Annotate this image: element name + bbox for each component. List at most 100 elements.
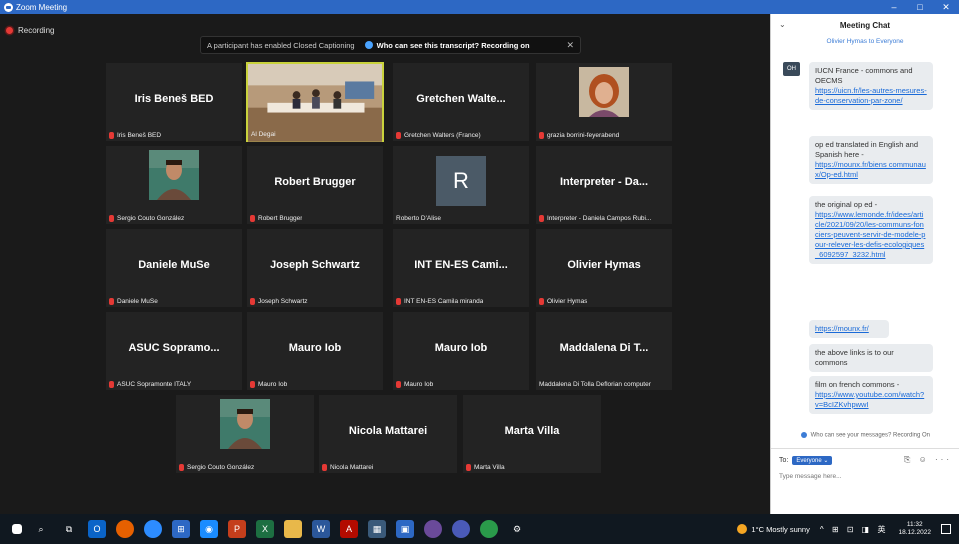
chat-message-list[interactable]: OH IUCN France - commons and OECMS https:… [771, 58, 959, 438]
participant-label-text: Gretchen Walters (France) [404, 132, 481, 139]
closed-caption-banner: A participant has enabled Closed Caption… [200, 36, 581, 54]
participant-label: grazia borrini-feyerabend [539, 132, 619, 139]
chat-message-link[interactable]: https://www.lemonde.fr/idees/article/202… [815, 210, 927, 260]
participant-label: INT EN-ES Camila miranda [396, 298, 483, 305]
minimize-button[interactable]: – [881, 0, 907, 14]
participant-label: Iris Beneš BED [109, 132, 161, 139]
participant-tile[interactable]: Interpreter - Da... Interpreter - Daniela… [535, 145, 673, 225]
chat-message-link[interactable]: https://www.youtube.com/watch?v=BcIZKvhp… [815, 390, 927, 410]
participant-tile[interactable]: Nicola Mattarei Nicola Mattarei [318, 394, 458, 474]
recipient-row: To: Everyone ⌄ ⎘ ☺ ··· [771, 449, 959, 465]
chrome-icon[interactable] [480, 520, 498, 538]
participant-tile[interactable]: INT EN-ES Cami... INT EN-ES Camila mirand… [392, 228, 530, 308]
participant-tile[interactable]: Gretchen Walte... Gretchen Walters (Franc… [392, 62, 530, 142]
app-icon[interactable] [424, 520, 442, 538]
search-icon[interactable]: ⌕ [32, 520, 50, 538]
video-gallery: Recording A participant has enabled Clos… [0, 14, 770, 514]
zoom-icon[interactable] [144, 520, 162, 538]
participant-label-text: Al Degai [251, 131, 276, 138]
participant-label: Mauro Iob [250, 381, 287, 388]
chat-message-link[interactable]: https://uicn.fr/les-autres-mesures-de-co… [815, 86, 927, 106]
sun-icon [737, 524, 748, 534]
cc-message: A participant has enabled Closed Caption… [207, 40, 355, 50]
participant-label: Sergio Couto González [179, 464, 254, 471]
acrobat-icon[interactable]: A [340, 520, 358, 538]
participant-tile[interactable]: grazia borrini-feyerabend [535, 62, 673, 142]
recipient-dropdown[interactable]: Everyone ⌄ [792, 455, 833, 465]
weather-text[interactable]: 1°C Mostly sunny [751, 525, 809, 534]
chat-message-link[interactable]: https://mounx.fr/biens communaux/Op-ed.h… [815, 160, 927, 180]
participant-label-text: ASUC Sopramonte ITALY [117, 381, 192, 388]
participant-photo [579, 67, 629, 117]
participant-label-text: Nicola Mattarei [330, 464, 374, 471]
participant-tile[interactable]: Daniele MuSe Daniele MuSe [105, 228, 243, 308]
transcript-visibility-link[interactable]: Who can see this transcript? Recording o… [364, 41, 530, 50]
browser-icon[interactable] [452, 520, 470, 538]
windows-start-icon[interactable] [12, 524, 22, 534]
gear-icon[interactable]: ⚙ [508, 520, 526, 538]
chat-message: film on french commons - https://www.yout… [809, 376, 933, 414]
participant-tile[interactable]: Iris Beneš BED Iris Beneš BED [105, 62, 243, 142]
notification-icon[interactable] [941, 524, 951, 534]
participant-tile[interactable]: Marta Villa Marta Villa [462, 394, 602, 474]
participant-label: Roberto D'Alise [396, 215, 441, 222]
word-icon[interactable]: W [312, 520, 330, 538]
to-label: To: [779, 456, 789, 464]
message-input[interactable] [779, 473, 949, 480]
window-title: Zoom Meeting [16, 2, 68, 12]
outlook-icon[interactable]: O [88, 520, 106, 538]
participant-label: Olivier Hymas [539, 298, 587, 305]
participant-tile[interactable]: Olivier Hymas Olivier Hymas [535, 228, 673, 308]
excel-icon[interactable]: X [256, 520, 274, 538]
participant-tile[interactable]: Maddalena Di T... Maddalena Di Tolla Defl… [535, 311, 673, 391]
recording-indicator[interactable]: Recording [6, 26, 54, 35]
chat-message-text: IUCN France - commons and OECMS [815, 66, 913, 85]
microphone-muted-icon [250, 215, 255, 222]
system-tray: 1°C Mostly sunny ^ ⊞ ⊡ ◨ 英 11:32 18.12.2… [737, 521, 959, 537]
cc-banner-close-button[interactable]: ✕ [566, 40, 574, 51]
participant-name: Daniele MuSe [138, 259, 210, 271]
participant-name: INT EN-ES Cami... [414, 259, 508, 271]
chat-visibility-notice[interactable]: Who can see your messages? Recording On [771, 432, 959, 439]
microphone-muted-icon [396, 298, 401, 305]
participant-tile[interactable]: Sergio Couto González [175, 394, 315, 474]
chat-tools[interactable]: ⎘ ☺ ··· [904, 455, 952, 465]
maximize-button[interactable]: □ [907, 0, 933, 14]
participant-tile[interactable]: Sergio Couto González [105, 145, 243, 225]
chevron-down-icon[interactable]: ⌄ [779, 20, 786, 29]
participant-tile[interactable]: ASUC Sopramo... ASUC Sopramonte ITALY [105, 311, 243, 391]
participant-tile[interactable]: Mauro Iob Mauro Iob [392, 311, 530, 391]
participant-label: ASUC Sopramonte ITALY [109, 381, 191, 388]
participant-tile[interactable]: Mauro Iob Mauro Iob [246, 311, 384, 391]
close-button[interactable]: ✕ [933, 0, 959, 14]
participant-tile[interactable]: Joseph Schwartz Joseph Schwartz [246, 228, 384, 308]
avatar: OH [783, 62, 800, 76]
participant-label-text: Olivier Hymas [547, 298, 588, 305]
clock[interactable]: 11:32 18.12.2022 [898, 521, 931, 537]
image-viewer-icon[interactable]: ▣ [396, 520, 414, 538]
chat-app-icon[interactable]: ◉ [200, 520, 218, 538]
chat-panel: ⌄ Meeting Chat Olivier Hymas to Everyone… [770, 14, 959, 514]
participant-label-text: INT EN-ES Camila miranda [404, 298, 484, 305]
chat-message-link[interactable]: https://mounx.fr/ [815, 324, 883, 334]
powerpoint-icon[interactable]: P [228, 520, 246, 538]
participant-label: Maddalena Di Tolla Deflorian computer [539, 381, 651, 388]
participant-label-text: Mauro Iob [404, 381, 434, 388]
participant-tile[interactable]: Al Degai [246, 62, 384, 142]
participant-tile[interactable]: R Roberto D'Alise [392, 145, 530, 225]
participant-tile[interactable]: Robert Brugger Robert Brugger [246, 145, 384, 225]
participant-photo [149, 150, 199, 200]
chat-header: ⌄ Meeting Chat [771, 14, 959, 36]
chat-message: IUCN France - commons and OECMS https://u… [809, 62, 933, 110]
participant-label-text: Sergio Couto González [117, 215, 185, 222]
firefox-icon[interactable] [116, 520, 134, 538]
calculator-icon[interactable]: ▦ [368, 520, 386, 538]
folder-icon[interactable] [284, 520, 302, 538]
chat-message-text: the original op ed - [815, 200, 878, 209]
tray-icons[interactable]: ^ ⊞ ⊡ ◨ 英 [820, 524, 889, 535]
teams-icon[interactable]: ⊞ [172, 520, 190, 538]
zoom-window: Zoom Meeting – □ ✕ Recording A participa… [0, 0, 959, 544]
task-view-icon[interactable]: ⧉ [60, 520, 78, 538]
participant-label-text: Iris Beneš BED [117, 132, 162, 139]
participant-label-text: Maddalena Di Tolla Deflorian computer [539, 381, 651, 388]
